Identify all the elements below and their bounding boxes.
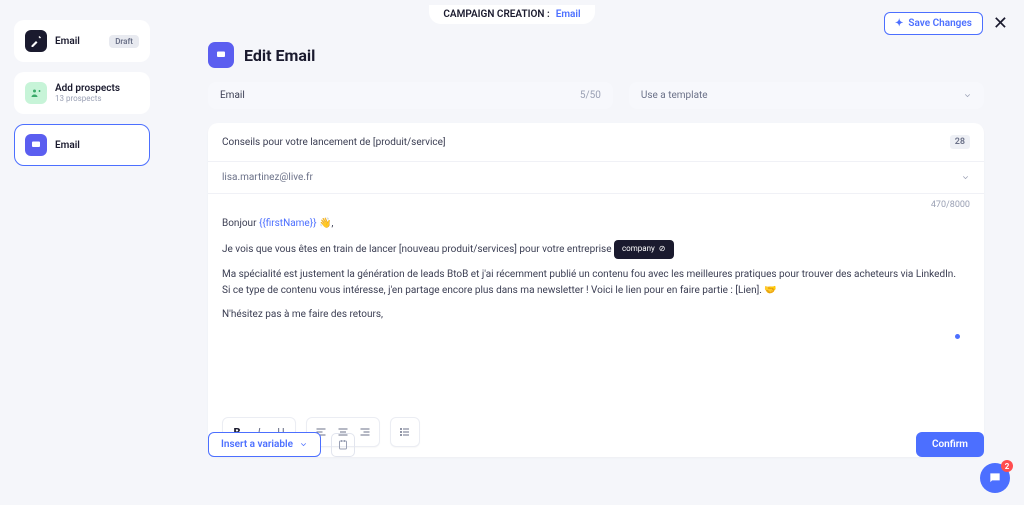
resize-handle-icon[interactable] (955, 334, 960, 339)
campaign-name-field[interactable]: Email 5/50 (208, 82, 613, 109)
char-count: 5/50 (580, 90, 601, 101)
body-text: Je vois que vous êtes en train de lancer… (222, 244, 614, 255)
variable-firstname[interactable]: {{firstName}} (259, 218, 317, 229)
body-text: Si ce type de contenu vous intéresse, j'… (222, 283, 970, 299)
chat-icon (25, 134, 47, 156)
subject-input[interactable] (222, 137, 940, 148)
sidebar-item-label: Add prospects (55, 83, 139, 94)
feather-icon (25, 30, 47, 52)
chevron-down-icon (963, 91, 972, 100)
breadcrumb: CAMPAIGN CREATION : Email (429, 5, 594, 24)
draft-badge: Draft (109, 35, 139, 48)
breadcrumb-link[interactable]: Email (556, 9, 581, 20)
confirm-button[interactable]: Confirm (916, 432, 984, 457)
sidebar-step-email-2[interactable]: Email (14, 124, 150, 166)
chat-icon (208, 42, 234, 68)
body-text: Ma spécialité est justement la génératio… (222, 267, 970, 283)
clock-icon: ⊘ (659, 243, 666, 256)
insert-variable-button[interactable]: Insert a variable (208, 432, 321, 457)
breadcrumb-label: CAMPAIGN CREATION : (443, 9, 549, 20)
sidebar-step-prospects[interactable]: Add prospects 13 prospects (14, 72, 150, 114)
chat-notification-badge: 2 (1001, 460, 1013, 472)
page-title: Edit Email (244, 46, 315, 65)
subject-count-badge: 28 (950, 135, 970, 149)
body-char-count: 470/8000 (208, 194, 984, 210)
from-select[interactable]: lisa.martinez@live.fr (208, 162, 984, 194)
body-text: Bonjour (222, 218, 259, 229)
field-label: Email (220, 90, 580, 101)
template-select[interactable]: Use a template (629, 82, 984, 109)
email-editor: 28 lisa.martinez@live.fr 470/8000 Bonjou… (208, 123, 984, 457)
attachment-button[interactable] (331, 433, 355, 457)
chevron-down-icon (961, 173, 970, 182)
body-text: N'hésitez pas à me faire des retours, (222, 307, 970, 323)
template-placeholder: Use a template (641, 90, 708, 101)
sidebar-item-sub: 13 prospects (55, 94, 139, 103)
sidebar: Email Draft Add prospects 13 prospects E… (14, 20, 150, 166)
chat-widget-button[interactable]: 2 (980, 463, 1010, 493)
body-text: 👋, (316, 218, 333, 229)
variable-company-chip[interactable]: company⊘ (614, 240, 674, 259)
user-plus-icon (25, 82, 47, 104)
sidebar-item-label: Email (55, 140, 139, 151)
chat-icon (988, 471, 1002, 485)
email-body[interactable]: Bonjour {{firstName}} 👋, Je vois que vou… (208, 210, 984, 407)
insert-label: Insert a variable (221, 439, 293, 450)
from-email: lisa.martinez@live.fr (222, 172, 313, 183)
chevron-down-icon (299, 440, 308, 449)
sidebar-item-label: Email (55, 36, 101, 47)
